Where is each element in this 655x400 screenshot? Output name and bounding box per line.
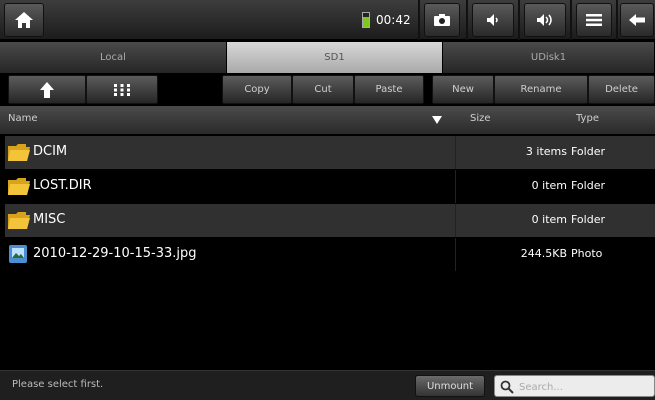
volume-up-icon bbox=[537, 14, 552, 26]
divider bbox=[455, 204, 456, 237]
time-label: 00:42 bbox=[376, 13, 411, 27]
file-row[interactable]: MISC 0 item Folder bbox=[5, 204, 655, 237]
cut-button[interactable]: Cut bbox=[292, 75, 354, 104]
type-column-header[interactable]: Type bbox=[576, 113, 599, 124]
volume-up-button[interactable] bbox=[524, 3, 566, 37]
file-row[interactable]: 2010-12-29-10-15-33.jpg 244.5KB Photo bbox=[5, 238, 655, 271]
clock: 00:42 bbox=[362, 10, 411, 30]
delete-button[interactable]: Delete bbox=[588, 75, 655, 104]
tab-local[interactable]: Local bbox=[0, 42, 227, 73]
folder-icon bbox=[8, 178, 30, 195]
home-button[interactable] bbox=[4, 3, 44, 37]
menu-button[interactable] bbox=[576, 3, 612, 37]
file-size: 244.5KB bbox=[520, 247, 567, 260]
divider bbox=[418, 0, 420, 40]
divider bbox=[518, 0, 520, 40]
file-name: LOST.DIR bbox=[33, 178, 92, 193]
battery-icon bbox=[362, 12, 370, 28]
file-size: 3 items bbox=[525, 145, 567, 158]
menu-icon bbox=[586, 14, 602, 26]
home-icon bbox=[15, 12, 33, 28]
file-type: Folder bbox=[571, 145, 605, 158]
divider bbox=[616, 0, 618, 40]
file-type: Photo bbox=[571, 247, 603, 260]
divider bbox=[455, 136, 456, 169]
file-name: MISC bbox=[33, 212, 66, 227]
divider bbox=[455, 238, 456, 271]
unmount-button[interactable]: Unmount bbox=[415, 375, 485, 397]
divider bbox=[455, 170, 456, 203]
file-row[interactable]: LOST.DIR 0 item Folder bbox=[5, 170, 655, 203]
new-button[interactable]: New bbox=[432, 75, 494, 104]
system-bar: 00:42 bbox=[0, 0, 655, 40]
back-button[interactable] bbox=[620, 3, 654, 37]
camera-icon bbox=[434, 14, 450, 26]
storage-tabs: Local SD1 UDisk1 bbox=[0, 42, 655, 73]
view-mode-button[interactable] bbox=[86, 75, 158, 104]
up-arrow-icon bbox=[40, 81, 54, 98]
folder-icon bbox=[8, 144, 30, 161]
file-toolbar: Copy Cut Paste New Rename Delete bbox=[0, 75, 655, 104]
photo-icon bbox=[9, 245, 27, 263]
column-header: Name Size Type bbox=[0, 106, 655, 134]
search-input[interactable] bbox=[517, 378, 651, 396]
rename-button[interactable]: Rename bbox=[494, 75, 588, 104]
file-type: Folder bbox=[571, 213, 605, 226]
copy-button[interactable]: Copy bbox=[222, 75, 292, 104]
file-type: Folder bbox=[571, 179, 605, 192]
paste-button[interactable]: Paste bbox=[354, 75, 424, 104]
size-column-header[interactable]: Size bbox=[470, 113, 491, 124]
name-column-header[interactable]: Name bbox=[8, 113, 38, 124]
sort-down-icon[interactable] bbox=[432, 116, 442, 124]
file-name: DCIM bbox=[33, 144, 68, 159]
file-name: 2010-12-29-10-15-33.jpg bbox=[33, 246, 197, 261]
status-bar: Please select first. Unmount bbox=[0, 370, 655, 400]
volume-down-button[interactable] bbox=[472, 3, 514, 37]
up-directory-button[interactable] bbox=[8, 75, 86, 104]
file-size: 0 item bbox=[531, 213, 567, 226]
screenshot-button[interactable] bbox=[424, 3, 460, 37]
search-icon[interactable] bbox=[500, 380, 514, 394]
divider bbox=[570, 0, 572, 40]
grid-view-icon bbox=[114, 83, 130, 96]
file-size: 0 item bbox=[531, 179, 567, 192]
search-box bbox=[494, 375, 655, 397]
volume-down-icon bbox=[487, 14, 498, 26]
folder-icon bbox=[8, 212, 30, 229]
tab-sd1[interactable]: SD1 bbox=[227, 42, 443, 73]
tab-udisk1[interactable]: UDisk1 bbox=[443, 42, 655, 73]
status-message: Please select first. bbox=[12, 379, 104, 390]
back-icon bbox=[629, 14, 645, 26]
divider bbox=[466, 0, 468, 40]
file-row[interactable]: DCIM 3 items Folder bbox=[5, 136, 655, 169]
